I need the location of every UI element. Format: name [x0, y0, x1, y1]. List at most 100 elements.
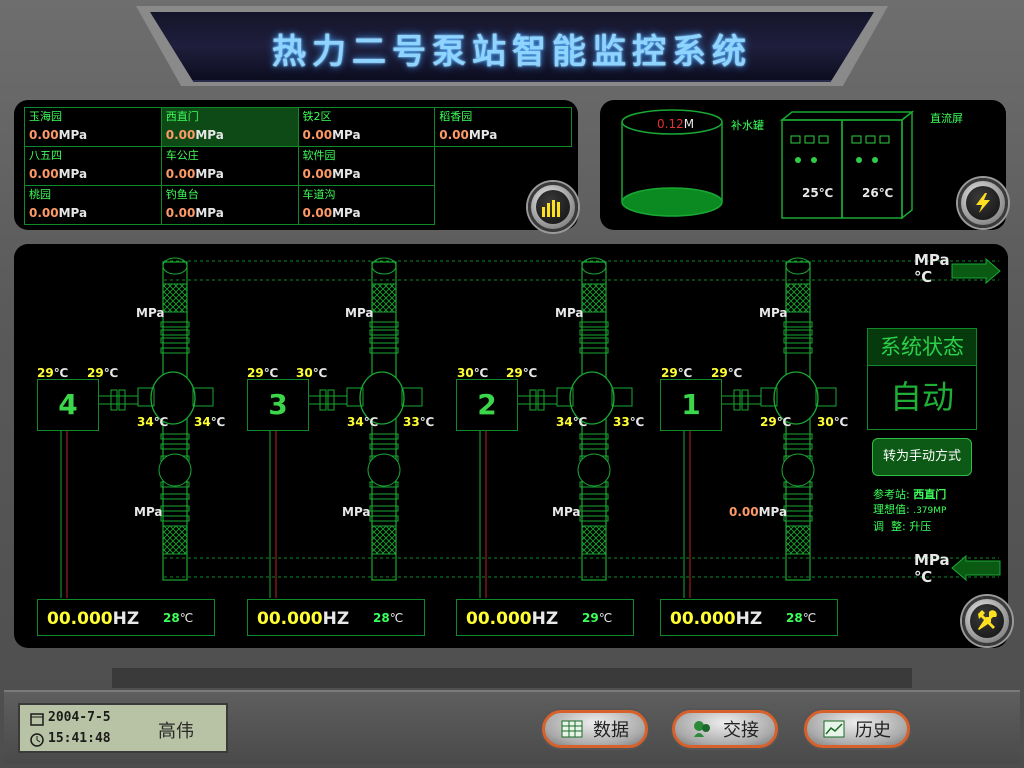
bar-chart-icon [542, 200, 560, 217]
station-unit: MPa [468, 128, 498, 142]
pump3-outlet-temp-right: 33℃ [403, 415, 434, 429]
pump1-bottom-pressure-value: 0.00 [729, 505, 759, 519]
return-pipe-units: MPa ℃ [914, 552, 950, 586]
power-button[interactable] [958, 178, 1008, 228]
history-button[interactable]: 历史 [804, 710, 910, 748]
station-unit: MPa [332, 128, 361, 142]
system-status-value: 自动 [889, 378, 954, 416]
hz-unit: HZ [531, 609, 559, 629]
calendar-icon [30, 713, 44, 726]
station-cell[interactable]: 玉海园 0.00MPa [24, 107, 162, 147]
clock-icon [30, 733, 44, 747]
pipe-cap [371, 257, 397, 275]
reference-adjust-value: 升压 [909, 520, 932, 533]
pipe-flange [160, 443, 190, 450]
station-cell[interactable]: 八五四 0.00MPa [24, 146, 162, 186]
chart-button[interactable] [528, 182, 578, 232]
pump3-number[interactable]: 3 [247, 379, 309, 431]
station-cell[interactable]: 桃园 0.00MPa [24, 185, 162, 225]
station-name: 桃园 [29, 188, 51, 201]
pump4-number[interactable]: 4 [37, 379, 99, 431]
station-cell[interactable]: 钓鱼台 0.00MPa [160, 185, 299, 225]
pump2-number[interactable]: 2 [456, 379, 518, 431]
hz-unit: HZ [322, 609, 350, 629]
pump2-frequency: 00.000HZ [466, 609, 558, 629]
data-button-label: 数据 [593, 720, 629, 741]
station-cell[interactable]: 稻香园 0.00MPa [434, 107, 572, 147]
pipe-flange [783, 433, 813, 440]
temp-unit: ℃ [677, 366, 693, 380]
temp-unit: ℃ [727, 366, 743, 380]
cabinet-temp-2: 26℃ [862, 186, 893, 200]
spreadsheet-icon [561, 720, 583, 738]
pump2-top-pressure: MPa [555, 306, 584, 320]
coupling [327, 389, 335, 411]
pipe-flange [783, 337, 813, 344]
temp-value: 29 [506, 366, 523, 380]
pipe-flange [579, 515, 609, 522]
pump1-number[interactable]: 1 [660, 379, 722, 431]
reference-ideal-label: 理想值: [873, 503, 910, 516]
pump2-bottom-pressure: MPa [552, 505, 581, 519]
history-button-label: 历史 [855, 720, 891, 741]
pipe-cap [581, 257, 607, 275]
station-value: 0.00 [29, 167, 59, 181]
pipe-flange [783, 347, 813, 354]
temp-unit: ℃ [802, 611, 817, 625]
pipe-flange [579, 321, 609, 328]
hz-value: 00.000 [47, 609, 113, 629]
pipe-flange [579, 337, 609, 344]
system-status-heading: 系统状态 [868, 329, 976, 366]
temp-value: 29 [87, 366, 104, 380]
temp-value: 33 [403, 415, 420, 429]
check-valve [781, 453, 815, 487]
station-cell[interactable]: 软件园 0.00MPa [297, 146, 436, 186]
pipe-flange [160, 515, 190, 522]
pipe-flange [369, 321, 399, 328]
check-valve [367, 453, 401, 487]
bar-shadow [112, 668, 912, 688]
station-name: 车公庄 [165, 149, 199, 162]
pipe-schematic [60, 257, 1001, 598]
pump2-frequency-box: 00.000HZ 29℃ [456, 599, 634, 636]
temp-value: 33 [613, 415, 630, 429]
reference-station-label: 参考站: [873, 488, 910, 501]
station-cell[interactable]: 车道沟 0.00MPa [297, 185, 436, 225]
filter-element [371, 525, 397, 555]
app-title: 热力二号泵站智能监控系统 [272, 32, 752, 72]
pump1-top-pressure: MPa [759, 306, 788, 320]
station-cell[interactable]: 铁2区 0.00MPa [297, 107, 436, 147]
filter-element [371, 283, 397, 313]
temp-value: 34 [347, 415, 364, 429]
switch-to-manual-button[interactable]: 转为手动方式 [872, 438, 972, 476]
temp-value: 28 [163, 611, 180, 625]
pump3-bottom-pressure: MPa [342, 505, 371, 519]
station-unit: MPa [58, 206, 88, 220]
filter-element [581, 525, 607, 555]
station-cell-selected[interactable]: 西直门 0.00MPa [160, 107, 299, 147]
pump3-outlet-temp-left: 34℃ [347, 415, 378, 429]
pipe-flange [369, 443, 399, 450]
pipe-flange [369, 329, 399, 336]
pipe-flange [160, 493, 190, 500]
station-name: 铁2区 [302, 110, 332, 123]
pipe-flange [783, 443, 813, 450]
filter-element [785, 283, 811, 313]
empty-cell [435, 147, 572, 186]
outlet-pipe-units: MPa ℃ [914, 252, 950, 286]
temp-unit: ℃ [312, 366, 328, 380]
coupling [529, 389, 537, 411]
station-cell[interactable]: 车公庄 0.00MPa [160, 146, 299, 186]
temp-value: 29 [661, 366, 678, 380]
data-button[interactable]: 数据 [542, 710, 648, 748]
handover-button[interactable]: 交接 [672, 710, 778, 748]
pump-outlet-nozzle [401, 387, 423, 407]
coupling [733, 389, 741, 411]
pump-outlet-nozzle [611, 387, 633, 407]
station-unit: MPa [332, 167, 361, 181]
tools-button[interactable] [962, 596, 1012, 646]
pump4-frequency-box: 00.000HZ 28℃ [37, 599, 215, 636]
cabinet-temp-1-value: 25 [802, 186, 819, 200]
temp-unit: ℃ [522, 366, 538, 380]
pipe-cap [162, 257, 188, 275]
